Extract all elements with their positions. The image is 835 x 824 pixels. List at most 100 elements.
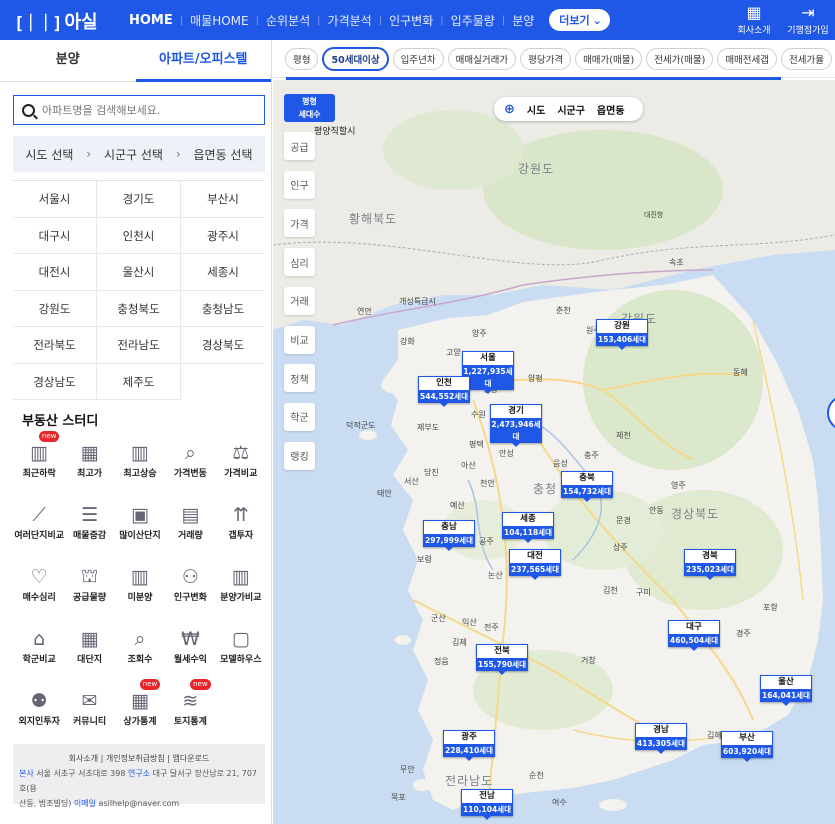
geo-tab-sido[interactable]: 시도	[521, 102, 551, 117]
filter-chip[interactable]: 평형	[285, 47, 319, 70]
study-item[interactable]: ▢ 모델하우스	[216, 621, 266, 683]
marker-value: 544,552세대	[418, 391, 470, 403]
footer-links[interactable]: 회사소개 | 개인정보취급방침 | 앱다운로드	[19, 751, 259, 766]
filter-chip[interactable]: 전세가율	[781, 47, 832, 70]
logo[interactable]: [｜｜] 아실	[14, 8, 98, 34]
region-item[interactable]: 부산시	[181, 181, 265, 218]
nav-presale[interactable]: 분양	[505, 12, 541, 29]
study-item[interactable]: ⚉ 외지인투자	[14, 683, 64, 745]
region-marker[interactable]: 대구 460,504세대	[668, 620, 720, 651]
region-item[interactable]: 세종시	[181, 254, 265, 291]
geo-tab-sigungu[interactable]: 시군구	[551, 102, 591, 117]
study-item[interactable]: ≋ 토지통계 new	[165, 679, 215, 745]
layer-button[interactable]: 랭킹	[284, 441, 315, 470]
region-marker[interactable]: 부산 603,920세대	[721, 731, 773, 762]
region-marker[interactable]: 울산 164,041세대	[760, 675, 812, 706]
nav-listing-home[interactable]: 매물HOME	[183, 12, 256, 29]
region-marker[interactable]: 충북 154,732세대	[561, 471, 613, 502]
study-item[interactable]: ▦ 최고가	[64, 435, 114, 497]
region-marker[interactable]: 대전 237,565세대	[509, 549, 561, 580]
filter-chip[interactable]: 전세가(매물)	[646, 47, 714, 70]
nav-home[interactable]: HOME	[122, 13, 180, 28]
layer-button[interactable]: 공급	[284, 132, 315, 160]
crumb-eupmyeondong[interactable]: 읍면동 선택	[193, 146, 252, 163]
region-item[interactable]: 전라남도	[97, 327, 181, 364]
nav-supply[interactable]: 입주물량	[444, 12, 502, 29]
crumb-sigungu[interactable]: 시군구 선택	[104, 146, 163, 163]
tab-presale[interactable]: 분양	[0, 40, 136, 82]
region-item[interactable]: 광주시	[181, 218, 265, 254]
study-item[interactable]: ▥ 미분양	[115, 559, 165, 621]
region-marker[interactable]: 강원 153,406세대	[596, 319, 648, 350]
map-view[interactable]: 평양직할시 황해북도 강원도 강원도 충청 경상북도 전라남도 대진항 춘천 원…	[273, 80, 835, 824]
region-item[interactable]: 인천시	[97, 217, 181, 254]
region-item[interactable]: 경상남도	[13, 363, 97, 400]
region-item[interactable]: 충청남도	[181, 291, 265, 327]
study-item[interactable]: ⇈ 갭투자	[216, 497, 266, 559]
filter-chip[interactable]: 평당가격	[520, 47, 572, 70]
region-item[interactable]: 대구시	[13, 217, 97, 254]
region-marker[interactable]: 인천 544,552세대	[418, 376, 470, 407]
region-item[interactable]: 전라북도	[13, 327, 97, 364]
nav-ranking[interactable]: 순위분석	[259, 12, 317, 29]
study-item[interactable]: ▥ 최근하락 new	[14, 431, 64, 497]
region-item[interactable]: 경상북도	[181, 327, 265, 364]
crumb-sido[interactable]: 시도 선택	[25, 146, 73, 163]
study-item[interactable]: ▤ 거래량	[165, 497, 215, 559]
study-item[interactable]: ☰ 매물증감	[64, 497, 114, 559]
more-button[interactable]: 더보기 ⌄	[549, 9, 610, 31]
layer-button[interactable]: 거래	[284, 286, 315, 315]
study-item[interactable]: ⟋ 여러단지비교	[14, 497, 64, 559]
region-marker[interactable]: 세종 104,118세대	[502, 512, 554, 543]
company-button[interactable]: ▦ 회사소개	[733, 3, 775, 36]
study-item[interactable]: ⛫ 공급물량	[64, 559, 114, 621]
target-icon[interactable]: ⊕	[494, 102, 521, 117]
join-button[interactable]: ⇥ 기행점가입	[786, 3, 830, 36]
logo-mark-icon: [｜｜]	[14, 13, 63, 34]
region-marker[interactable]: 경기 2,473,946세대	[490, 404, 542, 447]
region-marker[interactable]: 경남 413,305세대	[635, 723, 687, 754]
layer-button[interactable]: 심리	[284, 248, 315, 277]
region-item[interactable]: 제주도	[97, 363, 181, 400]
nav-price[interactable]: 가격분석	[321, 12, 379, 29]
study-item[interactable]: ▦ 대단지	[64, 621, 114, 683]
study-item[interactable]: ✉ 커뮤니티	[64, 683, 114, 745]
nav-population[interactable]: 인구변화	[382, 12, 440, 29]
region-item[interactable]: 경기도	[97, 181, 181, 218]
filter-chip[interactable]: 매매실거래가	[447, 47, 517, 70]
study-item[interactable]: ▥ 분양가비교	[216, 559, 266, 621]
filter-chip[interactable]: 매매가(매물)	[575, 47, 643, 70]
region-item[interactable]: 울산시	[97, 254, 181, 291]
filter-chip[interactable]: 50세대이상	[322, 46, 389, 71]
layer-button[interactable]: 학군	[284, 402, 315, 431]
filter-chip[interactable]: 입주년차	[392, 47, 444, 70]
layer-button[interactable]: 가격	[284, 209, 315, 238]
study-item[interactable]: ⚖ 가격비교	[216, 435, 266, 497]
study-item[interactable]: ⌂ 학군비교	[14, 621, 64, 683]
layer-button[interactable]: 비교	[284, 325, 315, 354]
region-marker[interactable]: 경북 235,023세대	[684, 549, 736, 580]
region-marker[interactable]: 전북 155,790세대	[476, 644, 528, 675]
layer-button[interactable]: 정책	[284, 364, 315, 393]
study-item[interactable]: ⌕ 조회수	[115, 621, 165, 683]
layer-active[interactable]: 평형 세대수	[284, 94, 335, 122]
study-item[interactable]: ⚇ 인구변화	[165, 559, 215, 621]
search-input[interactable]: 아파트명을 검색해보세요.	[13, 95, 265, 125]
study-item[interactable]: ₩ 월세수익	[165, 621, 215, 683]
study-item[interactable]: ▥ 최고상승	[115, 435, 165, 497]
tab-apartment[interactable]: 아파트/오피스텔	[135, 40, 271, 82]
study-item[interactable]: ♡ 매수심리	[14, 559, 64, 621]
region-marker[interactable]: 전남 110,104세대	[461, 789, 513, 820]
layer-button[interactable]: 인구	[284, 170, 315, 199]
filter-chip[interactable]: 매매전세갭	[717, 47, 778, 70]
study-item[interactable]: ⌕ 가격변동	[165, 435, 215, 497]
region-item[interactable]: 강원도	[13, 290, 97, 327]
region-marker[interactable]: 광주 228,410세대	[443, 730, 495, 761]
region-item[interactable]: 대전시	[13, 254, 97, 291]
study-item[interactable]: ▣ 많이산단지	[115, 497, 165, 559]
geo-tab-eupmyeondong[interactable]: 읍면동	[591, 102, 631, 117]
region-item[interactable]: 충청북도	[97, 290, 181, 327]
region-marker[interactable]: 충남 297,999세대	[423, 520, 475, 551]
region-item[interactable]: 서울시	[13, 181, 97, 218]
study-item[interactable]: ▦ 상가통계 new	[115, 679, 165, 745]
